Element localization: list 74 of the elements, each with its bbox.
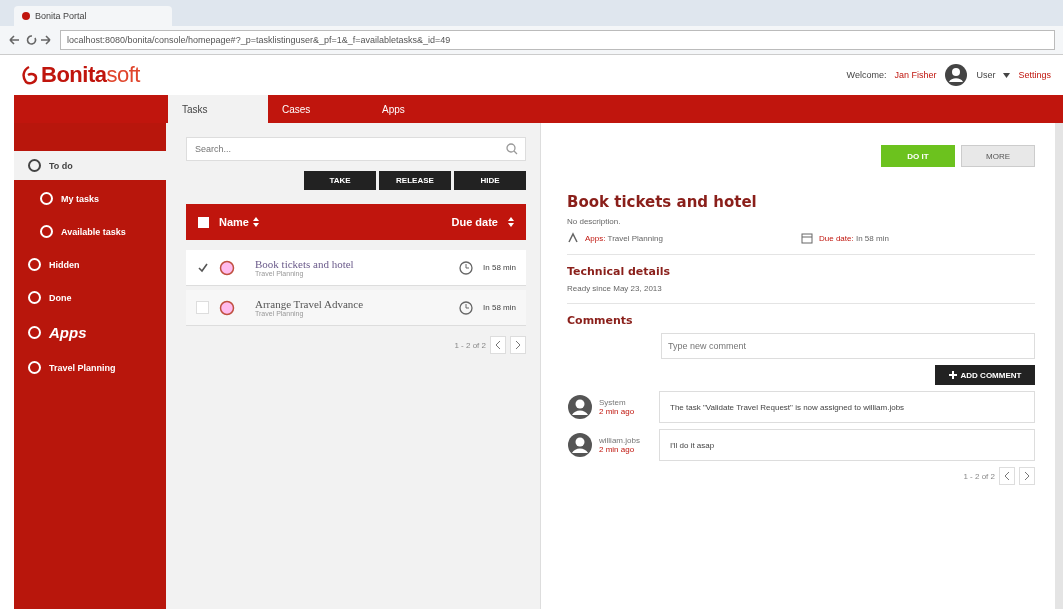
row-checkbox[interactable]: [196, 261, 209, 274]
sidebar-item[interactable]: To do: [14, 151, 166, 180]
plus-icon: [948, 371, 957, 379]
app-info: Apps: Travel Planning: [585, 233, 663, 243]
navigation-icons[interactable]: [8, 33, 52, 47]
favicon-icon: [22, 12, 30, 20]
search-field[interactable]: Search...: [186, 137, 526, 161]
next-page-button[interactable]: [510, 336, 526, 354]
pager-label: 1 - 2 of 2: [454, 340, 486, 350]
section-heading: Comments: [567, 314, 634, 327]
browser-tab[interactable]: Bonita Portal: [14, 6, 172, 26]
comment-time: 2 min ago: [599, 407, 636, 416]
user-name-link[interactable]: Jan Fisher: [894, 70, 937, 80]
select-all-checkbox[interactable]: [198, 216, 209, 228]
address-bar[interactable]: localhost:8080/bonita/console/homepage#?_p=tasklistinguser&_pf=1&_f=availabletasks&_id=49: [60, 30, 1055, 50]
ready-since-text: Ready since May 23, 2013: [567, 284, 663, 293]
comment-author: System: [599, 398, 627, 407]
comment-time: 2 min ago: [599, 445, 636, 454]
tab-title: Bonita Portal: [35, 11, 87, 21]
avatar-icon: [567, 394, 593, 420]
column-header[interactable]: Name: [219, 216, 249, 228]
task-status-icon: [219, 299, 235, 316]
clock-icon: [459, 300, 474, 315]
clock-icon: [459, 260, 474, 275]
sidebar-subitem[interactable]: Available tasks: [14, 217, 166, 246]
previous-page-button[interactable]: [999, 467, 1015, 485]
settings-link[interactable]: Settings: [1018, 70, 1051, 80]
due-time: In 58 min: [483, 303, 516, 312]
search-icon: [506, 143, 518, 155]
comment-bubble: I'll do it asap: [659, 429, 1035, 461]
comment-input[interactable]: Type new comment: [661, 333, 1035, 359]
logo-text: Bonitasoft: [41, 62, 140, 88]
caret-icon[interactable]: [1003, 72, 1011, 78]
calendar-icon: [801, 232, 813, 244]
apps-icon: [567, 232, 579, 244]
chevron-left-icon: [494, 340, 502, 350]
sidebar-item[interactable]: Done: [14, 283, 166, 312]
row-checkbox[interactable]: [196, 301, 209, 314]
task-status-icon: [219, 259, 235, 276]
user-menu[interactable]: User: [976, 70, 996, 80]
chevron-right-icon: [1023, 471, 1031, 481]
add-comment-button[interactable]: ADD COMMENT: [935, 365, 1035, 385]
previous-page-button[interactable]: [490, 336, 506, 354]
task-title: Book tickets and hotel: [567, 193, 758, 211]
nav-tab[interactable]: Cases: [268, 95, 368, 123]
task-name: Arrange Travel Advance: [255, 298, 365, 310]
user-avatar-icon: [944, 63, 969, 87]
comment-author: william.jobs: [599, 436, 641, 445]
sidebar-item[interactable]: Hidden: [14, 250, 166, 279]
nav-tab[interactable]: Apps: [368, 95, 468, 123]
action-button[interactable]: HIDE: [454, 171, 526, 190]
more-button[interactable]: MORE: [961, 145, 1035, 167]
action-button[interactable]: RELEASE: [379, 171, 451, 190]
nav-tab[interactable]: Tasks: [168, 95, 268, 123]
sort-icon[interactable]: [508, 217, 514, 227]
task-name: Book tickets and hotel: [255, 258, 355, 270]
pager-label: 1 - 2 of 2: [963, 471, 995, 481]
task-description: No description.: [567, 217, 622, 226]
sidebar-item[interactable]: Apps: [14, 316, 166, 349]
sidebar-subitem[interactable]: My tasks: [14, 184, 166, 213]
chevron-right-icon: [514, 340, 522, 350]
next-page-button[interactable]: [1019, 467, 1035, 485]
sort-icon[interactable]: [252, 217, 259, 227]
section-heading: Technical details: [567, 265, 672, 278]
due-date-info: Due date: In 58 min: [819, 233, 889, 243]
chevron-left-icon: [1003, 471, 1011, 481]
welcome-label: Welcome:: [846, 70, 887, 80]
action-button[interactable]: TAKE: [304, 171, 376, 190]
sidebar-item[interactable]: Travel Planning: [14, 353, 166, 382]
logo-icon: [20, 65, 38, 85]
avatar-icon: [567, 432, 593, 458]
due-time: In 58 min: [483, 263, 516, 272]
comment-bubble: The task "Validate Travel Request" is now assigned to william.jobs: [659, 391, 1035, 423]
column-header[interactable]: Due date: [451, 216, 498, 228]
